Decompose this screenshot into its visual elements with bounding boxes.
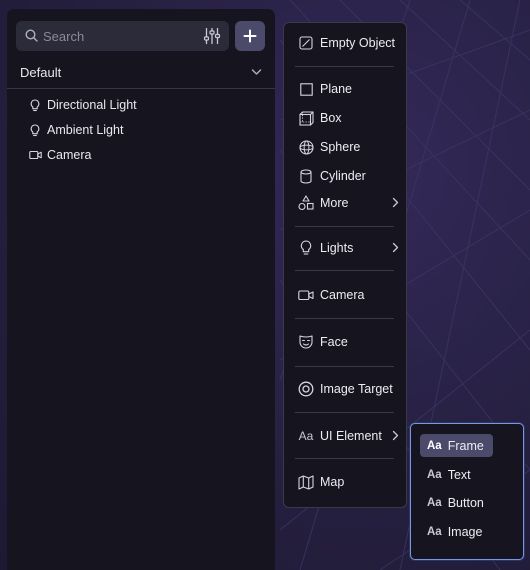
empty-object-icon — [297, 34, 315, 52]
menu-item-face[interactable]: Face — [297, 332, 397, 352]
submenu-item-label: Frame — [447, 438, 484, 453]
scene-panel: Default Directional Light Ambient Light … — [7, 9, 275, 570]
menu-divider — [295, 458, 394, 459]
lightbulb-icon — [28, 98, 42, 112]
menu-divider — [295, 412, 394, 413]
space-selector[interactable]: Default — [7, 59, 275, 89]
menu-item-image-target[interactable]: Image Target — [297, 379, 397, 399]
search-box[interactable] — [16, 21, 229, 51]
menu-item-label: UI Element — [320, 429, 382, 443]
menu-divider — [295, 226, 394, 227]
add-object-menu: Empty Object Plane Box Sphere Cylinder M… — [283, 22, 407, 508]
search-icon — [25, 29, 38, 42]
filter-sliders-icon[interactable] — [203, 27, 221, 45]
menu-divider — [295, 270, 394, 271]
target-icon — [297, 380, 315, 398]
text-aa-icon: Aa — [298, 429, 314, 443]
add-object-button[interactable] — [235, 21, 265, 51]
map-icon — [297, 473, 315, 491]
tree-item-label: Directional Light — [47, 98, 137, 112]
camera-icon — [28, 148, 42, 162]
tree-item-camera[interactable]: Camera — [28, 145, 91, 165]
cylinder-icon — [297, 167, 315, 185]
menu-item-label: Lights — [320, 241, 354, 255]
submenu-item-image[interactable]: Aa Image — [420, 520, 493, 543]
search-input[interactable] — [43, 27, 193, 45]
text-aa-icon: Aa — [427, 468, 442, 481]
chevron-down-icon — [251, 69, 262, 75]
plane-icon — [297, 80, 315, 98]
menu-item-empty-object[interactable]: Empty Object — [297, 33, 397, 53]
menu-item-cylinder[interactable]: Cylinder — [297, 166, 397, 186]
menu-item-lights[interactable]: Lights — [297, 238, 399, 258]
menu-item-label: Image Target — [320, 382, 393, 396]
menu-item-label: Sphere — [320, 140, 361, 154]
shapes-icon — [297, 194, 315, 212]
menu-item-plane[interactable]: Plane — [297, 79, 397, 99]
menu-item-more[interactable]: More — [297, 193, 399, 213]
submenu-item-label: Text — [447, 467, 471, 482]
text-aa-icon: Aa — [427, 525, 442, 538]
submenu-item-label: Image — [447, 524, 483, 539]
plus-icon — [243, 29, 257, 43]
chevron-right-icon — [392, 197, 399, 208]
ui-element-submenu: Aa Frame Aa Text Aa Button Aa Image — [410, 423, 524, 560]
menu-item-label: Camera — [320, 288, 365, 302]
menu-item-label: More — [320, 196, 349, 210]
menu-item-label: Plane — [320, 82, 352, 96]
face-mask-icon — [297, 333, 315, 351]
menu-item-box[interactable]: Box — [297, 108, 397, 128]
menu-item-camera[interactable]: Camera — [297, 285, 397, 305]
sphere-icon — [297, 138, 315, 156]
menu-divider — [295, 66, 394, 67]
tree-item-label: Camera — [47, 148, 92, 162]
text-aa-icon: Aa — [427, 496, 442, 509]
submenu-item-label: Button — [447, 495, 484, 510]
menu-item-label: Cylinder — [320, 169, 366, 183]
tree-item-directional-light[interactable]: Directional Light — [28, 95, 137, 115]
menu-item-map[interactable]: Map — [297, 472, 397, 492]
submenu-item-frame[interactable]: Aa Frame — [420, 434, 493, 457]
menu-divider — [295, 318, 394, 319]
chevron-right-icon — [392, 242, 399, 253]
chevron-right-icon — [392, 430, 399, 441]
submenu-item-button[interactable]: Aa Button — [420, 491, 493, 514]
menu-item-sphere[interactable]: Sphere — [297, 137, 397, 157]
space-selector-label: Default — [20, 65, 62, 80]
menu-item-label: Map — [320, 475, 345, 489]
text-aa-icon: Aa — [427, 439, 442, 452]
submenu-item-text[interactable]: Aa Text — [420, 463, 493, 486]
menu-item-ui-element[interactable]: Aa UI Element — [297, 426, 399, 446]
lightbulb-icon — [297, 239, 315, 257]
lightbulb-icon — [28, 123, 42, 137]
menu-item-label: Face — [320, 335, 348, 349]
camera-icon — [297, 286, 315, 304]
tree-item-label: Ambient Light — [47, 123, 124, 137]
menu-item-label: Empty Object — [320, 36, 396, 50]
menu-item-label: Box — [320, 111, 342, 125]
tree-item-ambient-light[interactable]: Ambient Light — [28, 120, 123, 140]
menu-divider — [295, 366, 394, 367]
box-icon — [297, 109, 315, 127]
